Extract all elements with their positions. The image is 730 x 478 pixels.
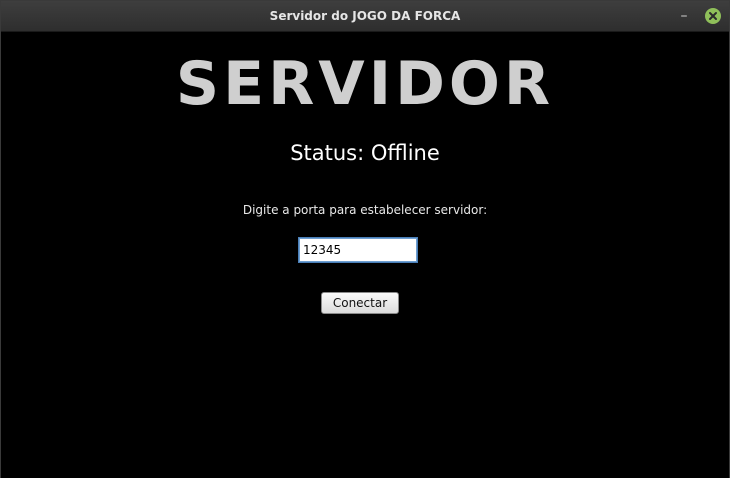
port-input[interactable] — [299, 238, 417, 262]
app-window: Servidor do JOGO DA FORCA – SERVIDOR Sta… — [0, 0, 730, 478]
close-button[interactable] — [705, 8, 721, 24]
status-label: Status: Offline — [290, 141, 440, 165]
content-panel: SERVIDOR Status: Offline Digite a porta … — [1, 32, 729, 478]
port-prompt-label: Digite a porta para estabelecer servidor… — [242, 203, 488, 217]
connect-button[interactable]: Conectar — [321, 292, 399, 314]
page-title: SERVIDOR — [175, 49, 555, 119]
minimize-button[interactable]: – — [675, 7, 693, 25]
title-bar[interactable]: Servidor do JOGO DA FORCA – — [1, 1, 729, 32]
window-title: Servidor do JOGO DA FORCA — [269, 9, 461, 23]
close-icon — [709, 12, 717, 20]
